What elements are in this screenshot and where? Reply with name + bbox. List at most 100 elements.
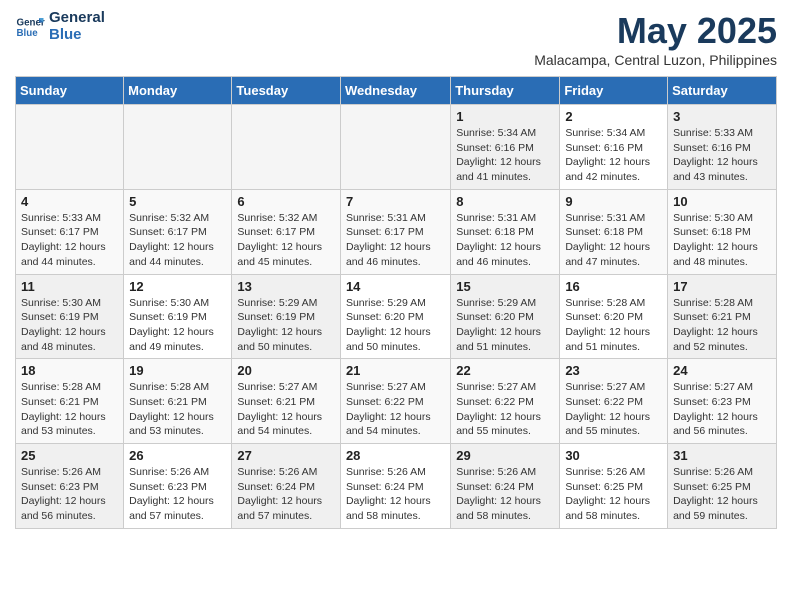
day-number: 4	[21, 194, 118, 209]
calendar-day-cell: 25 Sunrise: 5:26 AM Sunset: 6:23 PM Dayli…	[16, 444, 124, 529]
day-number: 11	[21, 279, 118, 294]
calendar-day-cell: 10 Sunrise: 5:30 AM Sunset: 6:18 PM Dayli…	[668, 189, 777, 274]
day-info: Sunrise: 5:27 AM Sunset: 6:21 PM Dayligh…	[237, 380, 335, 439]
day-info: Sunrise: 5:26 AM Sunset: 6:24 PM Dayligh…	[456, 465, 554, 524]
calendar-day-cell: 12Sunrise: 5:30 AM Sunset: 6:19 PM Dayli…	[124, 274, 232, 359]
day-info: Sunrise: 5:29 AM Sunset: 6:20 PM Dayligh…	[456, 296, 554, 355]
day-info: Sunrise: 5:33 AM Sunset: 6:16 PM Dayligh…	[673, 126, 771, 185]
calendar-day-cell: 28Sunrise: 5:26 AM Sunset: 6:24 PM Dayli…	[340, 444, 450, 529]
logo-wordmark: General Blue	[49, 10, 105, 43]
calendar-day-cell: 7 Sunrise: 5:31 AM Sunset: 6:17 PM Daylig…	[340, 189, 450, 274]
day-number: 24	[673, 363, 771, 378]
day-number: 18	[21, 363, 118, 378]
day-number: 20	[237, 363, 335, 378]
calendar-table: SundayMondayTuesdayWednesdayThursdayFrid…	[15, 76, 777, 529]
day-number: 2	[565, 109, 662, 124]
day-info: Sunrise: 5:29 AM Sunset: 6:19 PM Dayligh…	[237, 296, 335, 355]
day-info: Sunrise: 5:31 AM Sunset: 6:18 PM Dayligh…	[456, 211, 554, 270]
day-number: 26	[129, 448, 226, 463]
calendar-day-cell: 27 Sunrise: 5:26 AM Sunset: 6:24 PM Dayli…	[232, 444, 341, 529]
day-number: 14	[346, 279, 445, 294]
day-info: Sunrise: 5:30 AM Sunset: 6:19 PM Dayligh…	[129, 296, 226, 355]
day-number: 1	[456, 109, 554, 124]
day-info: Sunrise: 5:26 AM Sunset: 6:25 PM Dayligh…	[565, 465, 662, 524]
calendar-day-cell: 21 Sunrise: 5:27 AM Sunset: 6:22 PM Dayli…	[340, 359, 450, 444]
calendar-day-cell	[340, 105, 450, 190]
day-number: 13	[237, 279, 335, 294]
calendar-day-cell: 16Sunrise: 5:28 AM Sunset: 6:20 PM Dayli…	[560, 274, 668, 359]
day-number: 6	[237, 194, 335, 209]
day-info: Sunrise: 5:26 AM Sunset: 6:23 PM Dayligh…	[129, 465, 226, 524]
day-info: Sunrise: 5:26 AM Sunset: 6:23 PM Dayligh…	[21, 465, 118, 524]
day-number: 17	[673, 279, 771, 294]
calendar-col-header: Sunday	[16, 77, 124, 105]
day-number: 30	[565, 448, 662, 463]
calendar-day-cell: 22Sunrise: 5:27 AM Sunset: 6:22 PM Dayli…	[451, 359, 560, 444]
day-info: Sunrise: 5:28 AM Sunset: 6:21 PM Dayligh…	[673, 296, 771, 355]
calendar-day-cell: 6 Sunrise: 5:32 AM Sunset: 6:17 PM Daylig…	[232, 189, 341, 274]
calendar-col-header: Wednesday	[340, 77, 450, 105]
day-number: 23	[565, 363, 662, 378]
day-info: Sunrise: 5:32 AM Sunset: 6:17 PM Dayligh…	[237, 211, 335, 270]
day-number: 16	[565, 279, 662, 294]
day-number: 10	[673, 194, 771, 209]
calendar-col-header: Thursday	[451, 77, 560, 105]
day-number: 9	[565, 194, 662, 209]
day-number: 7	[346, 194, 445, 209]
day-number: 19	[129, 363, 226, 378]
day-info: Sunrise: 5:28 AM Sunset: 6:21 PM Dayligh…	[129, 380, 226, 439]
header: General Blue General Blue May 2025 Malac…	[15, 10, 777, 68]
day-number: 29	[456, 448, 554, 463]
day-info: Sunrise: 5:26 AM Sunset: 6:24 PM Dayligh…	[237, 465, 335, 524]
calendar-day-cell: 29 Sunrise: 5:26 AM Sunset: 6:24 PM Dayli…	[451, 444, 560, 529]
day-number: 22	[456, 363, 554, 378]
logo-line2: Blue	[49, 27, 105, 44]
calendar-week-row: 25 Sunrise: 5:26 AM Sunset: 6:23 PM Dayli…	[16, 444, 777, 529]
calendar-day-cell: 15 Sunrise: 5:29 AM Sunset: 6:20 PM Dayli…	[451, 274, 560, 359]
calendar-day-cell: 3 Sunrise: 5:33 AM Sunset: 6:16 PM Daylig…	[668, 105, 777, 190]
location: Malacampa, Central Luzon, Philippines	[534, 52, 777, 68]
logo-line1: General	[49, 10, 105, 27]
calendar-col-header: Friday	[560, 77, 668, 105]
day-info: Sunrise: 5:27 AM Sunset: 6:23 PM Dayligh…	[673, 380, 771, 439]
calendar-day-cell: 1 Sunrise: 5:34 AM Sunset: 6:16 PM Daylig…	[451, 105, 560, 190]
calendar-day-cell: 8Sunrise: 5:31 AM Sunset: 6:18 PM Daylig…	[451, 189, 560, 274]
calendar-day-cell: 2Sunrise: 5:34 AM Sunset: 6:16 PM Daylig…	[560, 105, 668, 190]
calendar-day-cell: 11Sunrise: 5:30 AM Sunset: 6:19 PM Dayli…	[16, 274, 124, 359]
calendar-day-cell: 17 Sunrise: 5:28 AM Sunset: 6:21 PM Dayli…	[668, 274, 777, 359]
day-number: 3	[673, 109, 771, 124]
calendar-col-header: Saturday	[668, 77, 777, 105]
calendar-week-row: 1 Sunrise: 5:34 AM Sunset: 6:16 PM Daylig…	[16, 105, 777, 190]
logo: General Blue General Blue	[15, 10, 105, 43]
calendar-day-cell: 23 Sunrise: 5:27 AM Sunset: 6:22 PM Dayli…	[560, 359, 668, 444]
page: General Blue General Blue May 2025 Malac…	[0, 0, 792, 539]
calendar-day-cell: 20 Sunrise: 5:27 AM Sunset: 6:21 PM Dayli…	[232, 359, 341, 444]
title-block: May 2025 Malacampa, Central Luzon, Phili…	[534, 10, 777, 68]
day-info: Sunrise: 5:27 AM Sunset: 6:22 PM Dayligh…	[346, 380, 445, 439]
month-title: May 2025	[534, 10, 777, 52]
svg-text:Blue: Blue	[17, 28, 39, 39]
day-info: Sunrise: 5:26 AM Sunset: 6:24 PM Dayligh…	[346, 465, 445, 524]
day-info: Sunrise: 5:27 AM Sunset: 6:22 PM Dayligh…	[565, 380, 662, 439]
day-info: Sunrise: 5:28 AM Sunset: 6:21 PM Dayligh…	[21, 380, 118, 439]
day-info: Sunrise: 5:29 AM Sunset: 6:20 PM Dayligh…	[346, 296, 445, 355]
calendar-day-cell	[16, 105, 124, 190]
calendar-week-row: 11 Sunrise: 5:30 AM Sunset: 6:19 PM Dayli…	[16, 274, 777, 359]
day-info: Sunrise: 5:34 AM Sunset: 6:16 PM Dayligh…	[456, 126, 554, 185]
day-number: 27	[237, 448, 335, 463]
calendar-col-header: Monday	[124, 77, 232, 105]
day-info: Sunrise: 5:32 AM Sunset: 6:17 PM Dayligh…	[129, 211, 226, 270]
day-info: Sunrise: 5:33 AM Sunset: 6:17 PM Dayligh…	[21, 211, 118, 270]
day-info: Sunrise: 5:31 AM Sunset: 6:17 PM Dayligh…	[346, 211, 445, 270]
calendar-day-cell: 24 Sunrise: 5:27 AM Sunset: 6:23 PM Dayli…	[668, 359, 777, 444]
day-info: Sunrise: 5:30 AM Sunset: 6:18 PM Dayligh…	[673, 211, 771, 270]
calendar-day-cell: 4 Sunrise: 5:33 AM Sunset: 6:17 PM Daylig…	[16, 189, 124, 274]
calendar-day-cell: 18 Sunrise: 5:28 AM Sunset: 6:21 PM Dayli…	[16, 359, 124, 444]
calendar-day-cell: 13 Sunrise: 5:29 AM Sunset: 6:19 PM Dayli…	[232, 274, 341, 359]
calendar-day-cell	[124, 105, 232, 190]
day-number: 15	[456, 279, 554, 294]
day-number: 31	[673, 448, 771, 463]
day-info: Sunrise: 5:26 AM Sunset: 6:25 PM Dayligh…	[673, 465, 771, 524]
day-number: 25	[21, 448, 118, 463]
day-number: 21	[346, 363, 445, 378]
